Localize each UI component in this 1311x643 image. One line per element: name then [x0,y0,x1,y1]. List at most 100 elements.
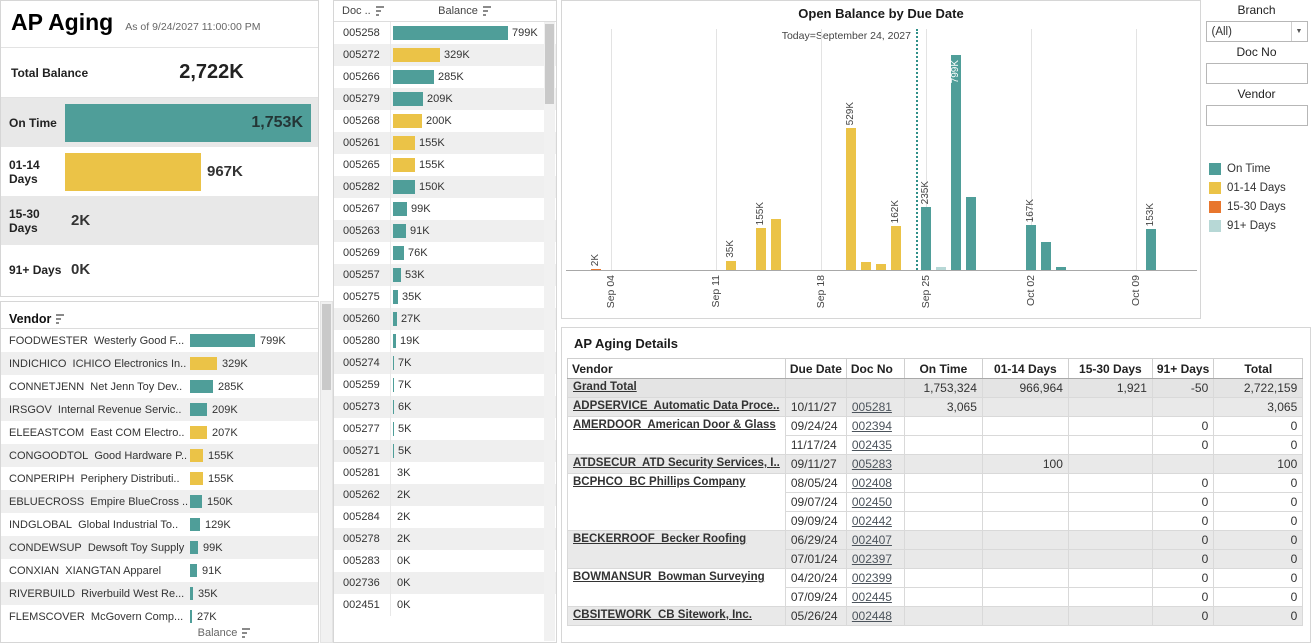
vendor-bar[interactable] [190,518,200,531]
doc-row[interactable]: 005282150K [334,176,556,198]
chart-bar[interactable] [921,207,931,270]
sort-icon[interactable] [376,6,385,16]
vendor-link[interactable]: AMERDOOR American Door & Glass [573,419,776,431]
sort-icon[interactable] [483,6,492,16]
doc-bar[interactable] [393,114,422,128]
vendor-bar[interactable] [190,357,217,370]
doc-bar[interactable] [393,268,401,282]
chart-bar[interactable] [591,269,601,270]
doc-row[interactable]: 00528019K [334,330,556,352]
doc-link[interactable]: 002394 [852,419,892,433]
chevron-down-icon[interactable]: ▼ [1291,22,1307,41]
doc-row[interactable]: 0052842K [334,506,556,528]
bucket-bar[interactable] [65,153,201,191]
doc-row[interactable]: 0052782K [334,528,556,550]
column-header[interactable]: Total [1214,359,1303,379]
chart-bar[interactable] [1146,229,1156,270]
doc-bar[interactable] [393,444,394,458]
aging-bucket-row[interactable]: 01-14 Days967K [1,147,318,196]
doc-bar[interactable] [393,26,508,40]
vendor-bar[interactable] [190,587,193,600]
chart-bar[interactable] [1056,267,1066,270]
doc-link[interactable]: 002445 [852,590,892,604]
vendor-row[interactable]: EBLUECROSS Empire BlueCross ..150K [1,490,318,513]
docno-input[interactable] [1206,63,1308,84]
doc-bar[interactable] [393,224,406,238]
column-header[interactable]: 15-30 Days [1068,359,1152,379]
doc-link[interactable]: 002435 [852,438,892,452]
vendor-bar[interactable] [190,380,213,393]
doc-row[interactable]: 005261155K [334,132,556,154]
vendor-link[interactable]: ATDSECUR ATD Security Services, I.. [573,457,780,469]
vendor-bar[interactable] [190,495,202,508]
doc-bar[interactable] [393,422,394,436]
vendor-link[interactable]: ADPSERVICE Automatic Data Proce.. [573,400,779,412]
vendor-row[interactable]: CONXIAN XIANGTAN Apparel91K [1,559,318,582]
doc-bar[interactable] [393,312,397,326]
chart-bar[interactable] [891,226,901,270]
doc-bar[interactable] [393,158,415,172]
chart-bar[interactable] [771,219,781,270]
vendor-row[interactable]: IRSGOV Internal Revenue Servic..209K [1,398,318,421]
vendor-bar[interactable] [190,334,255,347]
doc-link[interactable]: 002408 [852,476,892,490]
vendor-row[interactable]: CONDEWSUP Dewsoft Toy Supply99K [1,536,318,559]
doc-bar[interactable] [393,180,415,194]
vendor-row[interactable]: INDGLOBAL Global Industrial To..129K [1,513,318,536]
doc-bar[interactable] [393,246,404,260]
doc-row[interactable]: 00526391K [334,220,556,242]
legend-item[interactable]: 91+ Days [1209,216,1311,235]
vendor-row[interactable]: RIVERBUILD Riverbuild West Re...35K [1,582,318,605]
aging-bucket-row[interactable]: 91+ Days0K [1,245,318,294]
doc-link[interactable]: 005281 [852,400,892,414]
doc-bar[interactable] [393,70,434,84]
chart-bar[interactable] [1041,242,1051,270]
doc-row[interactable]: 0052813K [334,462,556,484]
doc-row[interactable]: 0052830K [334,550,556,572]
doc-bar[interactable] [393,202,407,216]
doc-row[interactable]: 0052775K [334,418,556,440]
vendor-bar[interactable] [190,426,207,439]
doc-row[interactable]: 00527535K [334,286,556,308]
doc-bar[interactable] [393,378,394,392]
vendor-row[interactable]: FLEMSCOVER McGovern Comp...27K [1,605,318,624]
vendor-link[interactable]: CBSITEWORK CB Sitework, Inc. [573,609,752,621]
vendor-link[interactable]: BECKERROOF Becker Roofing [573,533,746,545]
vendor-bar[interactable] [190,472,203,485]
doc-link[interactable]: 002442 [852,514,892,528]
vendor-link[interactable]: Grand Total [573,381,637,393]
doc-row[interactable]: 0052597K [334,374,556,396]
doc-row[interactable]: 005279209K [334,88,556,110]
vendor-row[interactable]: ELEEASTCOM East COM Electro..207K [1,421,318,444]
vendor-row[interactable]: FOODWESTER Westerly Good F...799K [1,329,318,352]
doc-row[interactable]: 005265155K [334,154,556,176]
doc-bar[interactable] [393,334,396,348]
legend-item[interactable]: 01-14 Days [1209,178,1311,197]
column-header[interactable]: Due Date [785,359,846,379]
vendor-link[interactable]: BOWMANSUR Bowman Surveying [573,571,765,583]
doc-link[interactable]: 002450 [852,495,892,509]
doc-bar[interactable] [393,356,394,370]
doc-bar[interactable] [393,290,398,304]
doc-link[interactable]: 002448 [852,609,892,623]
legend-item[interactable]: On Time [1209,159,1311,178]
legend-item[interactable]: 15-30 Days [1209,197,1311,216]
sort-icon[interactable] [56,314,65,324]
vendor-row[interactable]: CONGOODTOL Good Hardware P..155K [1,444,318,467]
vendor-row[interactable]: CONNETJENN Net Jenn Toy Dev..285K [1,375,318,398]
column-header[interactable]: Doc No [846,359,904,379]
chart-bar[interactable] [756,228,766,270]
doc-row[interactable]: 005266285K [334,66,556,88]
doc-bar[interactable] [393,136,415,150]
vendor-bar[interactable] [190,541,198,554]
vendor-input[interactable] [1206,105,1308,126]
aging-bucket-row[interactable]: 15-30 Days2K [1,196,318,245]
doc-row[interactable]: 0052622K [334,484,556,506]
chart-bar[interactable] [726,261,736,270]
chart-bar[interactable] [951,55,961,270]
doc-bar[interactable] [393,92,423,106]
doc-bar[interactable] [393,48,440,62]
doc-link[interactable]: 002397 [852,552,892,566]
chart-bar[interactable] [966,197,976,270]
sort-icon[interactable] [242,628,251,638]
